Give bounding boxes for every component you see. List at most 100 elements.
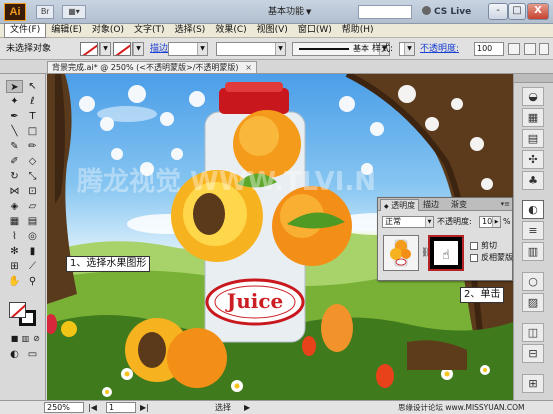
next-artboard-icon[interactable]: ▶| xyxy=(140,402,149,413)
blend-tool-icon[interactable]: ◎ xyxy=(24,230,41,243)
gradient-tool-icon[interactable]: ▤ xyxy=(24,215,41,228)
cs-live-icon xyxy=(422,6,431,15)
pencil-tool-icon[interactable]: ✏ xyxy=(24,140,41,153)
shape-builder-tool-icon[interactable]: ◈ xyxy=(6,200,23,213)
blend-mode-dropdown[interactable]: 正常 ▼ xyxy=(382,216,434,228)
symbol-sprayer-tool-icon[interactable]: ✻ xyxy=(6,245,23,258)
type-tool-icon[interactable]: T xyxy=(24,110,41,123)
menu-edit[interactable]: 编辑(E) xyxy=(46,24,87,37)
fill-dropdown[interactable]: ▼ xyxy=(99,42,111,56)
symbols-panel-icon[interactable]: ♣ xyxy=(522,171,544,190)
menu-window[interactable]: 窗口(W) xyxy=(293,24,337,37)
menu-object[interactable]: 对象(O) xyxy=(87,24,129,37)
transparency-panel-icon[interactable]: ◐ xyxy=(522,200,544,219)
line-tool-icon[interactable]: ╲ xyxy=(6,125,23,138)
menu-help[interactable]: 帮助(H) xyxy=(337,24,379,37)
fill-stroke-widget[interactable] xyxy=(9,302,37,326)
menu-file[interactable]: 文件(F) xyxy=(4,23,47,38)
tab-gradient[interactable]: 渐变 xyxy=(448,199,470,211)
fill-swatch[interactable] xyxy=(80,42,98,56)
arrange-documents-icon[interactable]: ▦▾ xyxy=(62,5,86,19)
stroke-swatch[interactable] xyxy=(113,42,131,56)
menu-effect[interactable]: 效果(C) xyxy=(210,24,251,37)
scale-tool-icon[interactable]: ⤡ xyxy=(24,170,41,183)
bridge-icon[interactable]: Br xyxy=(36,5,54,19)
opacity-value: 100 xyxy=(477,44,493,53)
perspective-grid-tool-icon[interactable]: ▱ xyxy=(24,200,41,213)
graphic-styles-panel-icon[interactable]: ▨ xyxy=(522,293,544,312)
color-guide-icon[interactable]: ▦ xyxy=(522,108,544,127)
align-icon[interactable] xyxy=(524,43,536,55)
swatches-panel-icon[interactable]: ▤ xyxy=(522,129,544,148)
maximize-button[interactable]: □ xyxy=(508,3,526,20)
clip-checkbox[interactable] xyxy=(470,242,478,250)
mesh-tool-icon[interactable]: ▦ xyxy=(6,215,23,228)
opacity-field[interactable]: 100 xyxy=(474,42,504,56)
menu-type[interactable]: 文字(T) xyxy=(129,24,170,37)
column-graph-tool-icon[interactable]: ▮ xyxy=(24,245,41,258)
rotate-tool-icon[interactable]: ↻ xyxy=(6,170,23,183)
variable-width-dropdown[interactable]: ▼ xyxy=(216,42,286,56)
first-artboard-icon[interactable]: |◀ xyxy=(88,402,97,413)
brushes-panel-icon[interactable]: ✣ xyxy=(522,150,544,169)
opacity-label: 不透明度: xyxy=(437,217,472,226)
color-panel-icon[interactable]: ◒ xyxy=(522,87,544,106)
menu-select[interactable]: 选择(S) xyxy=(170,24,211,37)
control-bar: 未选择对象 ▼ ▼ 描边: ▼ ▼ 基本 ▼ 样式: ▼ 不透明度: 100 xyxy=(0,38,553,60)
zoom-field[interactable]: 250% xyxy=(44,402,84,413)
close-button[interactable]: X xyxy=(527,3,549,20)
tab-stroke[interactable]: 描边 xyxy=(420,199,442,211)
artboard-number-field[interactable]: 1 xyxy=(106,402,136,413)
none-mode-icon[interactable]: ⊘ xyxy=(28,332,45,345)
tab-transparency[interactable]: ◆ 透明度 xyxy=(380,199,420,211)
callout-select-fruit: 1、选择水果图形 xyxy=(66,256,151,272)
gradient-panel-icon[interactable]: ▥ xyxy=(522,242,544,261)
paintbrush-tool-icon[interactable]: ✎ xyxy=(6,140,23,153)
magic-wand-tool-icon[interactable]: ✦ xyxy=(6,95,23,108)
workspace-switcher[interactable]: 基本功能 ▼ xyxy=(268,4,346,20)
eyedropper-tool-icon[interactable]: ⌇ xyxy=(6,230,23,243)
drawing-mode-icon[interactable]: ◐ xyxy=(6,348,23,361)
selection-tool-icon[interactable]: ➤ xyxy=(6,80,23,93)
graphic-style-dropdown[interactable]: ▼ xyxy=(399,42,415,56)
slice-tool-icon[interactable]: ⟋ xyxy=(24,260,41,273)
lasso-tool-icon[interactable]: ℓ xyxy=(24,95,41,108)
cs-live-button[interactable]: CS Live xyxy=(422,4,471,20)
status-menu-icon[interactable]: ▶ xyxy=(244,402,250,413)
panel-menu-icon[interactable] xyxy=(539,43,549,55)
panel-menu-icon[interactable]: ▾≡ xyxy=(501,200,510,208)
opacity-link[interactable]: 不透明度: xyxy=(420,43,459,55)
menu-view[interactable]: 视图(V) xyxy=(252,24,293,37)
minimize-button[interactable]: - xyxy=(488,3,508,20)
opacity-input[interactable]: 100 ▶ xyxy=(479,216,501,228)
artboards-panel-icon[interactable]: ⊟ xyxy=(522,344,544,363)
stroke-panel-icon[interactable]: ≡ xyxy=(522,221,544,240)
stroke-weight-field[interactable]: ▼ xyxy=(168,42,208,56)
free-transform-tool-icon[interactable]: ⊡ xyxy=(24,185,41,198)
document-setup-icon[interactable] xyxy=(508,43,520,55)
direct-selection-tool-icon[interactable]: ↖ xyxy=(24,80,41,93)
stroke-dropdown[interactable]: ▼ xyxy=(132,42,144,56)
blob-brush-tool-icon[interactable]: ✐ xyxy=(6,155,23,168)
invert-mask-checkbox[interactable] xyxy=(470,254,478,262)
callout-click: 2、单击 xyxy=(460,287,505,303)
align-panel-icon[interactable]: ⊞ xyxy=(522,374,544,393)
rectangle-tool-icon[interactable]: □ xyxy=(24,125,41,138)
help-search-input[interactable] xyxy=(358,5,412,19)
hand-tool-icon[interactable]: ✋ xyxy=(6,275,23,288)
artwork-thumbnail[interactable] xyxy=(383,235,419,271)
eraser-tool-icon[interactable]: ◇ xyxy=(24,155,41,168)
layers-panel-icon[interactable]: ◫ xyxy=(522,323,544,342)
appearance-panel-icon[interactable]: ○ xyxy=(522,272,544,291)
width-tool-icon[interactable]: ⋈ xyxy=(6,185,23,198)
zoom-tool-icon[interactable]: ⚲ xyxy=(24,275,41,288)
dock-handle[interactable] xyxy=(514,74,553,83)
fill-box[interactable] xyxy=(9,302,26,318)
tools-panel: ➤ ↖ ✦ ℓ ✒ T ╲ □ ✎ ✏ ✐ ◇ ↻ ⤡ ⋈ ⊡ ◈ ▱ ▦ ▤ … xyxy=(0,74,46,400)
pen-tool-icon[interactable]: ✒ xyxy=(6,110,23,123)
invert-mask-label: 反相蒙版 xyxy=(481,253,513,262)
artboard-tool-icon[interactable]: ⊞ xyxy=(6,260,23,273)
opacity-mask-thumbnail[interactable]: ☝ xyxy=(428,235,464,271)
screen-mode-icon[interactable]: ▭ xyxy=(24,348,41,361)
status-bar: 250% |◀ 1 ▶| 选择 ▶ 思缘设计论坛 www.MISSYUAN.CO… xyxy=(0,400,553,414)
